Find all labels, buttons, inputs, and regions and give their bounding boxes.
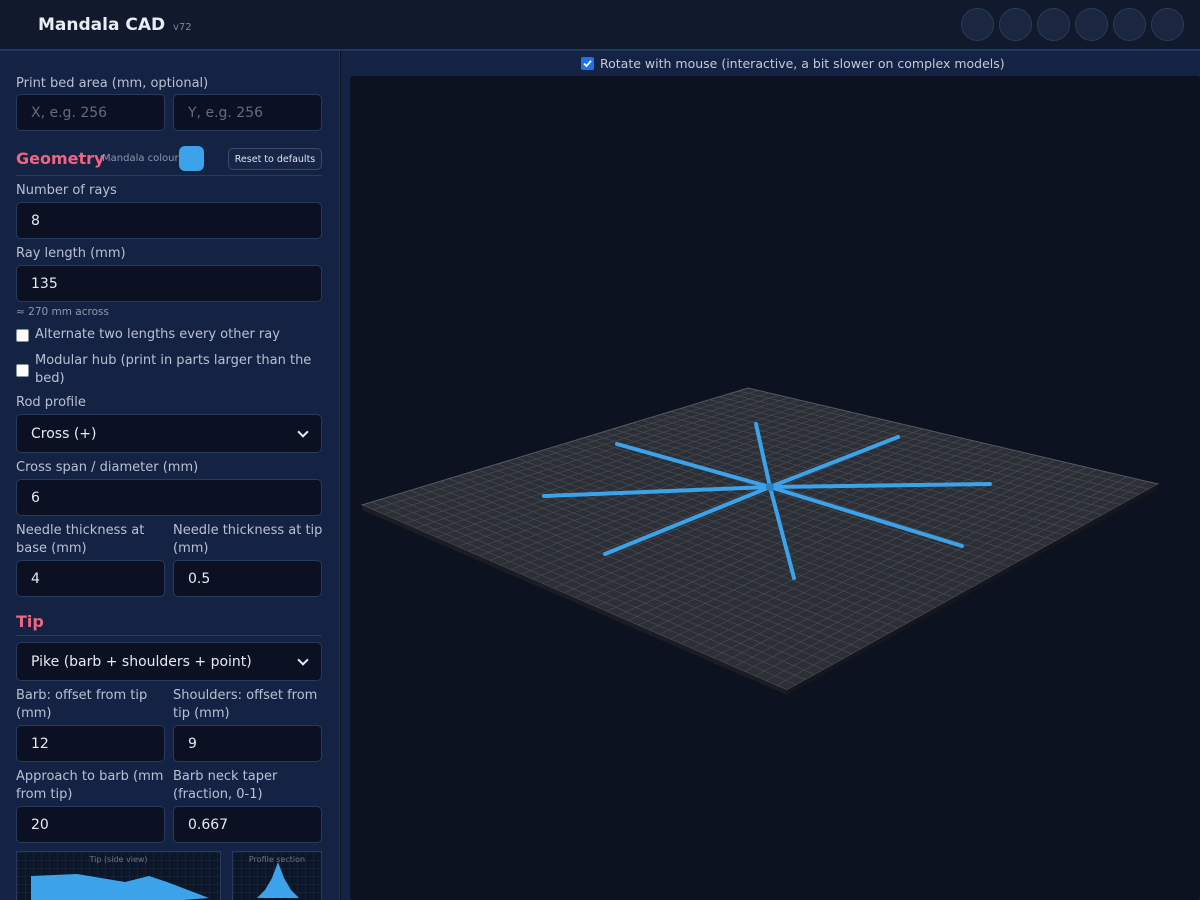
mandala-colour-label: Mandala colour: [102, 153, 179, 164]
toolbar-button-5[interactable]: [1113, 8, 1146, 41]
app-name: Mandala CAD: [38, 15, 166, 35]
app-title: Mandala CAD v72: [38, 15, 192, 35]
settings-sidebar: Print bed area (mm, optional) Geometry M…: [0, 51, 340, 900]
check-icon: [583, 60, 592, 68]
modular-hub-checkbox[interactable]: [16, 364, 29, 377]
tip-style-select[interactable]: Pike (barb + shoulders + point): [16, 642, 322, 681]
mandala-colour-picker[interactable]: [179, 146, 204, 171]
viewer-panel: Rotate with mouse (interactive, a bit sl…: [341, 51, 1200, 900]
model-viewport[interactable]: [350, 76, 1200, 900]
across-hint: ≈ 270 mm across: [16, 306, 109, 318]
rays-input[interactable]: [16, 202, 322, 239]
rotate-toggle[interactable]: Rotate with mouse (interactive, a bit sl…: [581, 56, 1005, 71]
bed-y-input[interactable]: [173, 94, 322, 131]
toolbar-button-2[interactable]: [999, 8, 1032, 41]
toolbar-button-1[interactable]: [961, 8, 994, 41]
bed-x-input[interactable]: [16, 94, 165, 131]
reset-defaults-button[interactable]: Reset to defaults: [228, 148, 322, 170]
toolbar-button-3[interactable]: [1037, 8, 1070, 41]
needle-tip-input[interactable]: [173, 560, 322, 597]
profile-section-preview: Profile section: [232, 851, 322, 900]
toolbar-buttons: [961, 8, 1184, 41]
tip-side-preview: Tip (side view): [16, 851, 221, 900]
top-bar: Mandala CAD v72: [0, 0, 1200, 51]
neck-taper-label: Barb neck taper (fraction, 0-1): [173, 769, 278, 802]
chevron-down-icon: [297, 425, 309, 438]
alternate-lengths-label: Alternate two lengths every other ray: [35, 327, 280, 342]
chevron-down-icon: [297, 653, 309, 666]
profile-section-title: Profile section: [248, 855, 306, 864]
rotate-checkbox[interactable]: [581, 57, 594, 70]
barb-offset-input[interactable]: [16, 725, 165, 762]
ray-length-label: Ray length (mm): [16, 246, 126, 261]
toolbar-button-4[interactable]: [1075, 8, 1108, 41]
needle-tip-label: Needle thickness at tip (mm): [173, 523, 323, 556]
approach-barb-label: Approach to barb (mm from tip): [16, 769, 164, 802]
barb-offset-label: Barb: offset from tip (mm): [16, 688, 148, 721]
cross-span-label: Cross span / diameter (mm): [16, 460, 199, 475]
cross-span-input[interactable]: [16, 479, 322, 516]
tip-heading: Tip: [16, 612, 44, 631]
rod-profile-label: Rod profile: [16, 395, 86, 410]
neck-taper-input[interactable]: [173, 806, 322, 843]
shoulders-offset-input[interactable]: [173, 725, 322, 762]
alternate-lengths-checkbox[interactable]: [16, 329, 29, 342]
rotate-label: Rotate with mouse (interactive, a bit sl…: [600, 56, 1005, 71]
geometry-divider: [16, 175, 322, 176]
model-scene: [360, 387, 1160, 695]
tip-style-value: Pike (barb + shoulders + point): [31, 653, 252, 670]
modular-hub-label: Modular hub (print in parts larger than …: [35, 353, 312, 386]
needle-base-label: Needle thickness at base (mm): [16, 523, 145, 556]
rod-profile-value: Cross (+): [31, 425, 97, 442]
approach-barb-input[interactable]: [16, 806, 165, 843]
ray-length-input[interactable]: [16, 265, 322, 302]
app-version: v72: [173, 22, 192, 33]
tip-divider: [16, 635, 322, 636]
bed-area-label: Print bed area (mm, optional): [16, 76, 209, 91]
geometry-heading: Geometry: [16, 149, 105, 168]
rod-profile-select[interactable]: Cross (+): [16, 414, 322, 453]
rays-label: Number of rays: [16, 183, 117, 198]
toolbar-button-6[interactable]: [1151, 8, 1184, 41]
shoulders-offset-label: Shoulders: offset from tip (mm): [173, 688, 318, 721]
tip-side-title: Tip (side view): [89, 855, 148, 864]
needle-base-input[interactable]: [16, 560, 165, 597]
